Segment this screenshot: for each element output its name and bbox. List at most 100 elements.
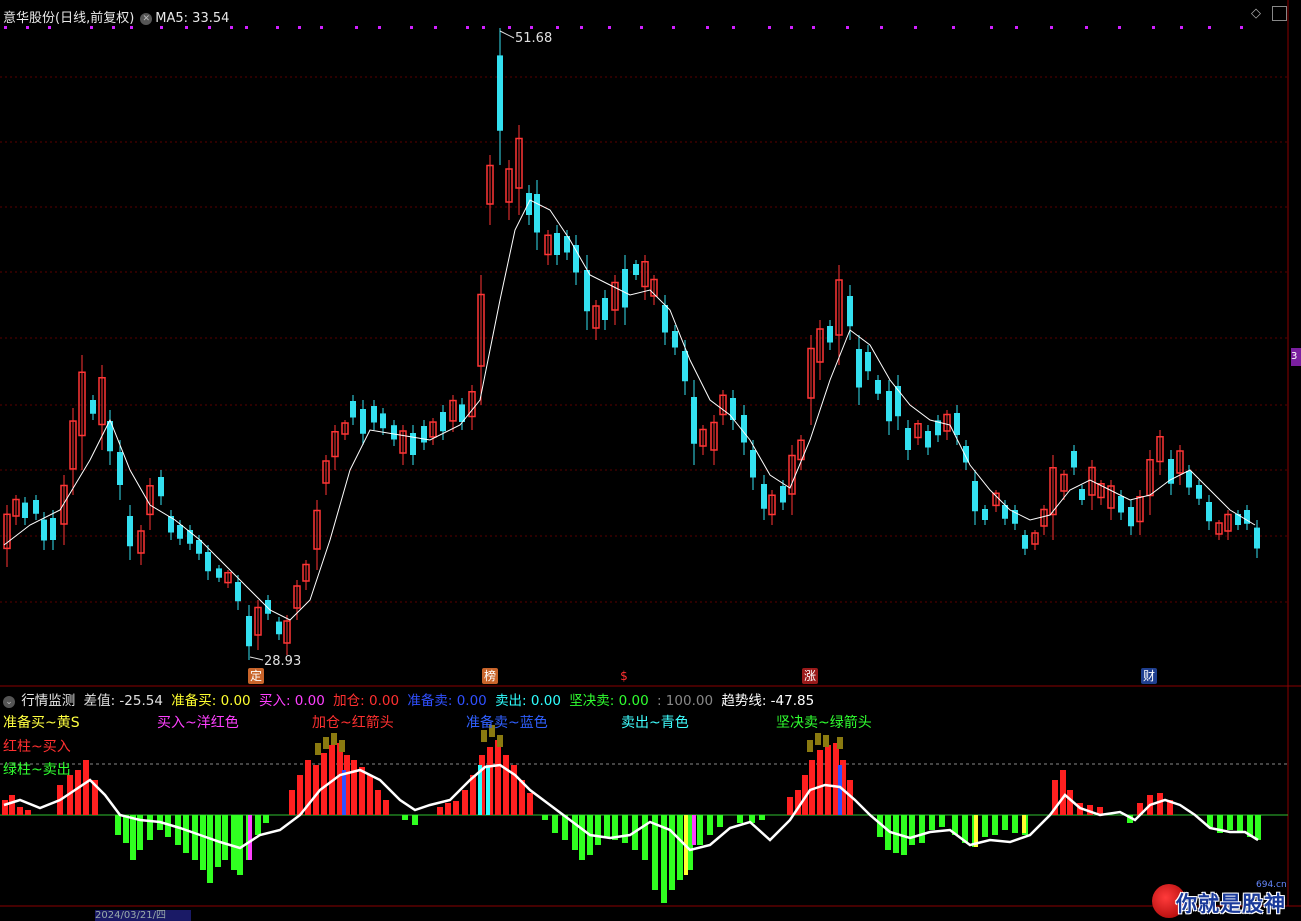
prepare-buy-value: 准备买: 0.00	[171, 693, 251, 709]
legend-prepare-sell: 准备卖~蓝色	[466, 715, 548, 731]
candle-body-down	[1206, 502, 1212, 522]
candle-body-down	[672, 331, 678, 348]
signal-marker	[48, 26, 51, 29]
signal-marker	[230, 26, 233, 29]
candlestick-series	[3, 28, 1260, 660]
candle-body-down	[963, 446, 969, 463]
candle-body-down	[925, 431, 931, 448]
candle-body-down	[584, 270, 590, 312]
level-value: : 100.00	[656, 693, 714, 709]
stock-title[interactable]: 意华股份(日线,前复权)	[3, 11, 134, 26]
green-bar	[207, 815, 213, 883]
event-badge-dollar[interactable]: $	[616, 668, 632, 684]
green-bar	[237, 815, 243, 875]
candle-body-down	[196, 540, 202, 554]
legend-prepare-buy: 准备买~黄S	[3, 715, 80, 731]
signal-marker	[1118, 26, 1121, 29]
candle-body-down	[1118, 496, 1124, 513]
signal-marker	[466, 26, 469, 29]
event-badge-zhang[interactable]: 涨	[802, 668, 818, 684]
green-bar	[231, 815, 237, 870]
green-bar	[263, 815, 269, 823]
signal-bar	[838, 765, 842, 815]
event-badge-cai[interactable]: 财	[1141, 668, 1157, 684]
signal-marker	[1180, 26, 1183, 29]
candle-body-down	[780, 486, 786, 503]
signal-marker	[378, 26, 381, 29]
signal-marker	[185, 26, 188, 29]
ma5-value: MA5: 33.54	[155, 11, 230, 26]
signal-marker	[410, 26, 413, 29]
red-bar	[503, 755, 509, 815]
candle-body-down	[827, 326, 833, 343]
low-price-label: 28.93	[264, 654, 301, 669]
signal-bar	[692, 815, 696, 845]
diamond-icon[interactable]: ◇	[1251, 6, 1261, 21]
candle-body-down	[602, 298, 608, 320]
legend-sell: 卖出~青色	[621, 715, 689, 731]
event-badge-bang[interactable]: 榜	[482, 668, 498, 684]
signal-marker	[732, 26, 735, 29]
signal-bar	[1022, 815, 1026, 833]
indicator-name[interactable]: 行情监测	[21, 693, 75, 709]
candle-body-down	[22, 502, 28, 518]
signal-marker	[790, 26, 793, 29]
event-badge-ding[interactable]: 定	[248, 668, 264, 684]
candle-body-down	[573, 245, 579, 273]
candle-body-down	[633, 264, 639, 275]
window-toggle-icon[interactable]	[1272, 6, 1287, 21]
signal-marker	[112, 26, 115, 29]
green-bar	[982, 815, 988, 837]
candle-body-down	[554, 233, 560, 255]
candle-body-down	[117, 452, 123, 485]
candle-body-down	[127, 516, 133, 547]
red-bar	[25, 810, 31, 815]
green-bar	[939, 815, 945, 827]
green-bar	[929, 815, 935, 830]
candle-body-down	[875, 380, 881, 394]
olive-bar-top	[807, 740, 813, 752]
watermark-text: 你就是股神	[1176, 892, 1286, 916]
green-bar	[147, 815, 153, 840]
red-bar	[462, 790, 468, 815]
signal-marker	[812, 26, 815, 29]
candle-body-down	[177, 525, 183, 539]
olive-bar-top	[815, 733, 821, 745]
candle-body-down	[350, 401, 356, 418]
signal-marker	[952, 26, 955, 29]
green-bar	[717, 815, 723, 827]
diff-value: 差值: -25.54	[83, 693, 163, 709]
signal-marker	[768, 26, 771, 29]
red-bar	[83, 760, 89, 815]
candle-body-down	[691, 397, 697, 444]
stock-chart[interactable]: 51.68 28.93	[0, 0, 1301, 921]
trend-line-value: 趋势线: -47.85	[721, 693, 815, 709]
green-bar	[697, 815, 703, 845]
red-bar	[289, 790, 295, 815]
green-bar	[130, 815, 136, 860]
legend-red-bar: 红柱~买入	[3, 739, 71, 755]
candle-body-down	[886, 391, 892, 422]
chart-grid	[0, 0, 1301, 907]
signal-marker	[672, 26, 675, 29]
indicator-header: ⌄ 行情监测 差值: -25.54 准备买: 0.00 买入: 0.00 加仓:…	[3, 689, 818, 709]
green-bar	[542, 815, 548, 820]
red-bar	[75, 770, 81, 815]
right-edge-price-tag: 3	[1291, 348, 1301, 366]
green-bar	[909, 815, 915, 845]
green-bar	[183, 815, 189, 853]
red-bar	[383, 800, 389, 815]
signal-marker	[1208, 26, 1211, 29]
signal-marker	[530, 26, 533, 29]
indicator-menu-icon[interactable]: ⌄	[3, 696, 15, 708]
menu-circle-icon[interactable]: ✕	[140, 13, 153, 25]
red-bar	[787, 797, 793, 815]
add-position-value: 加仓: 0.00	[333, 693, 400, 709]
candle-body-down	[905, 428, 911, 450]
cursor-date-label: 2024/03/21/四	[95, 910, 191, 921]
candle-body-down	[41, 519, 47, 541]
firm-sell-value: 坚决卖: 0.00	[569, 693, 649, 709]
candle-body-down	[265, 600, 271, 614]
signal-marker	[208, 26, 211, 29]
signal-marker	[706, 26, 709, 29]
